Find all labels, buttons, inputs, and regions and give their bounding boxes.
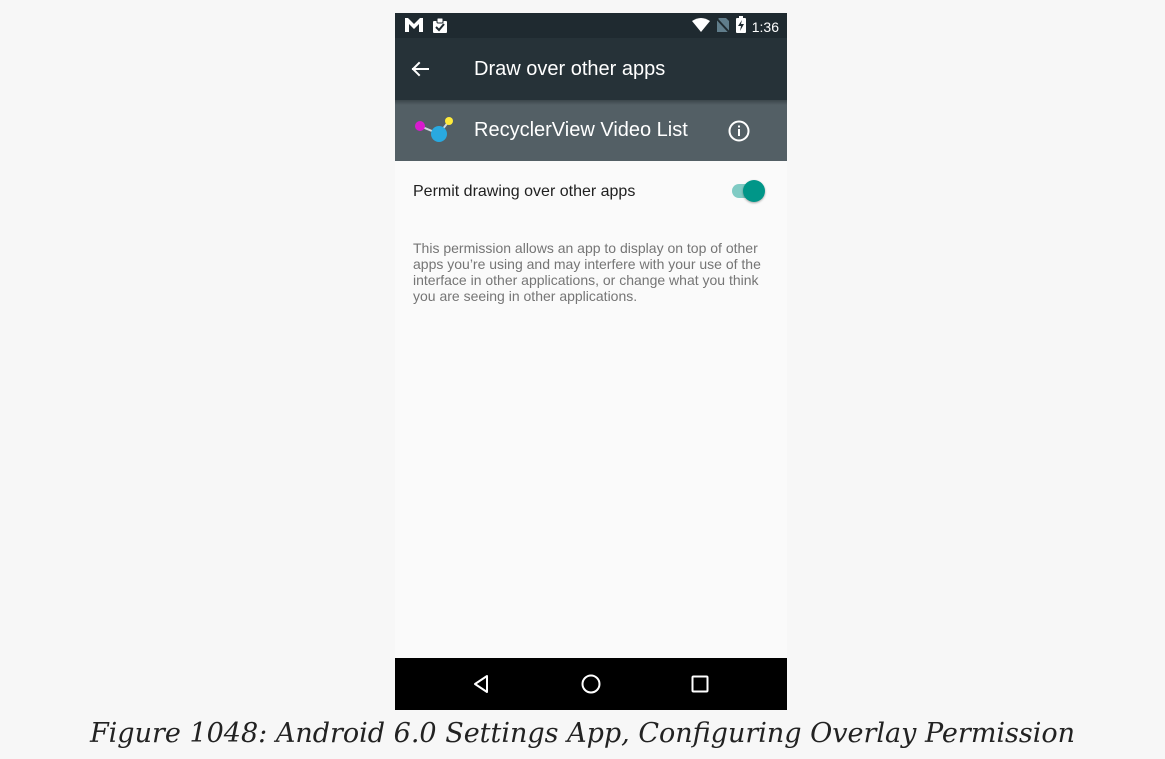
permission-description: This permission allows an app to display… (413, 240, 761, 304)
wifi-icon (691, 17, 710, 37)
app-header: RecyclerView Video List (395, 100, 787, 161)
clipboard-check-icon (432, 17, 448, 38)
phone-screen: 1:36 Draw over other apps RecyclerView V… (395, 13, 787, 710)
figure-caption: Figure 1048: Android 6.0 Settings App, C… (89, 718, 1076, 749)
status-time: 1:36 (751, 19, 779, 35)
status-bar: 1:36 (395, 13, 787, 38)
no-sim-icon (716, 17, 730, 38)
gmail-icon (405, 18, 423, 37)
page-title: Draw over other apps (474, 58, 666, 80)
toolbar: Draw over other apps (395, 38, 787, 100)
setting-label: Permit drawing over other apps (413, 183, 636, 200)
recents-square-icon[interactable] (688, 672, 712, 696)
navigation-bar (395, 658, 787, 710)
app-name: RecyclerView Video List (474, 119, 688, 141)
arrow-back-icon[interactable] (407, 56, 433, 82)
back-triangle-icon[interactable] (470, 672, 494, 696)
home-circle-icon[interactable] (579, 672, 603, 696)
permit-drawing-setting[interactable]: Permit drawing over other apps (395, 161, 787, 221)
battery-charging-icon (735, 16, 746, 38)
permit-drawing-toggle[interactable] (729, 179, 767, 203)
info-icon[interactable] (727, 119, 751, 143)
toggle-thumb (743, 180, 765, 202)
app-icon (413, 116, 455, 146)
